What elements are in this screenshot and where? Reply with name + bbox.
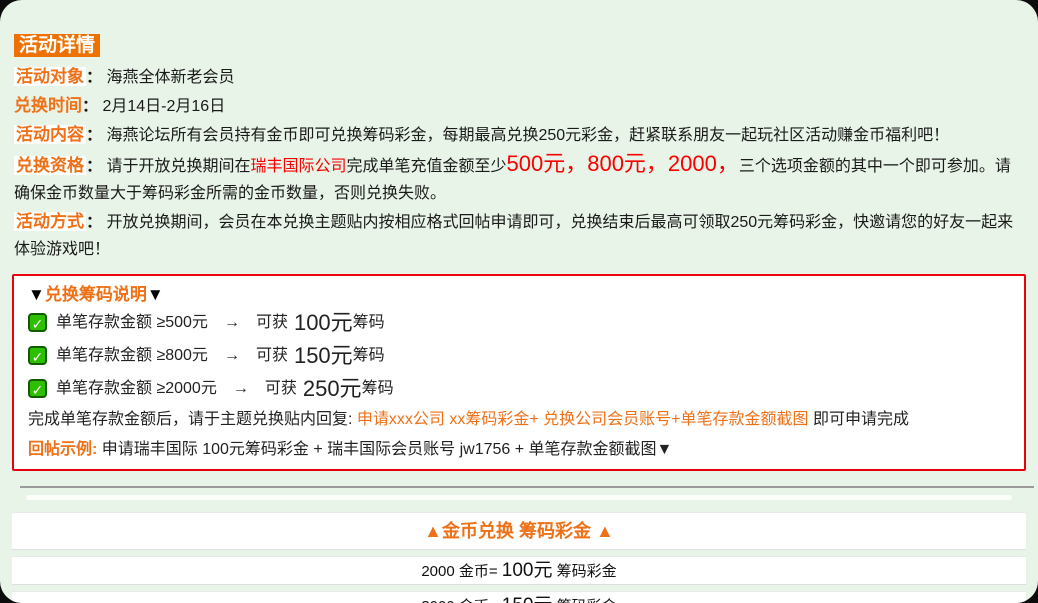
info-line-qualification: 兑换资格： 请于开放兑换期间在瑞丰国际公司完成单笔充值金额至少500元，800元… [14,150,1024,207]
rule-unit: 筹码 [353,308,385,338]
row-coins: 2000 金币= [421,563,501,580]
colon: ： [86,127,102,144]
check-icon: ✓ [28,313,47,332]
check-icon: ✓ [28,379,47,398]
row-unit: 筹码彩金 [553,563,617,580]
rule-condition: 单笔存款金额 ≥500元 [56,308,208,338]
reply-post: 即可申请完成 [809,411,909,428]
exchange-box-title: ▼兑换筹码说明▼ [28,284,1010,306]
colon: ： [86,69,102,86]
reply-format: 申请xxx公司 xx筹码彩金+ 兑换公司会员账号+单笔存款金额截图 [357,411,809,428]
colon: ： [82,98,98,115]
rule-gain: 可获 [256,341,288,371]
arrow-right-icon: → [233,374,249,404]
rule-row-800: ✓ 单笔存款金额 ≥800元 → 可获 150元 筹码 [28,339,1010,372]
gold-exchange-table: ▲金币兑换 筹码彩金 ▲ 2000 金币= 100元 筹码彩金 3000 金币=… [12,512,1026,603]
reply-instruction-line: 完成单笔存款金额后，请于主题兑换贴内回复: 申请xxx公司 xx筹码彩金+ 兑换… [28,407,1010,433]
rule-gain: 可获 [256,308,288,338]
row-coins: 3000 金币= [421,598,501,603]
info-line-time: 兑换时间： 2月14日-2月16日 [14,92,1024,120]
table-row: 2000 金币= 100元 筹码彩金 [12,556,1026,585]
activity-post-page: 活动详情 活动对象： 海燕全体新老会员 兑换时间： 2月14日-2月16日 活动… [0,0,1038,603]
rule-amount: 250元 [303,374,362,404]
rule-condition: 单笔存款金额 ≥800元 [56,341,208,371]
horizontal-divider [20,486,1034,488]
info-line-content: 活动内容： 海燕论坛所有会员持有金币即可兑换筹码彩金，每期最高兑换250元彩金，… [14,121,1024,149]
arrow-right-icon: → [224,308,240,338]
method-value: 开放兑换期间，会员在本兑换主题贴内按相应格式回帖申请即可，兑换结束后最高可领取2… [14,214,1013,258]
row-unit: 筹码彩金 [553,598,617,603]
triangle-down-icon: ▼ [28,285,45,304]
rule-condition: 单笔存款金额 ≥2000元 [56,374,217,404]
gold-table-header: ▲金币兑换 筹码彩金 ▲ [12,512,1026,550]
page-title: 活动详情 [14,34,100,57]
method-label: 活动方式 [14,212,86,231]
row-amount: 100元 [502,560,553,581]
colon: ： [86,214,102,231]
colon: ： [86,158,102,175]
reply-pre: 完成单笔存款金额后，请于主题兑换贴内回复: [28,411,357,428]
qualification-seg2: 完成单笔充值金额至少 [347,158,507,175]
time-value: 2月14日-2月16日 [102,98,225,115]
rule-unit: 筹码 [362,374,394,404]
deposit-amounts: 500元，800元，2000， [507,151,739,176]
qualification-seg1: 请于开放兑换期间在 [106,158,250,175]
qualification-label: 兑换资格 [14,156,86,175]
object-value: 海燕全体新老会员 [106,69,234,86]
table-row: 3000 金币= 150元 筹码彩金 [12,591,1026,603]
exchange-rules-box: ▼兑换筹码说明▼ ✓ 单笔存款金额 ≥500元 → 可获 100元 筹码 ✓ 单… [12,274,1026,471]
example-label: 回帖示例: [28,441,97,458]
time-label: 兑换时间 [14,96,82,115]
rule-gain: 可获 [265,374,297,404]
example-text: 申请瑞丰国际 100元筹码彩金 + 瑞丰国际会员账号 jw1756 + 单笔存款… [97,441,672,458]
rule-amount: 100元 [294,308,353,338]
rule-row-2000: ✓ 单笔存款金额 ≥2000元 → 可获 250元 筹码 [28,372,1010,405]
triangle-down-icon: ▼ [147,285,164,304]
post-content: 活动详情 活动对象： 海燕全体新老会员 兑换时间： 2月14日-2月16日 活动… [0,0,1038,263]
rule-unit: 筹码 [353,341,385,371]
decorative-white-band [26,495,1012,500]
arrow-right-icon: → [224,341,240,371]
rule-row-500: ✓ 单笔存款金额 ≥500元 → 可获 100元 筹码 [28,306,1010,339]
content-value: 海燕论坛所有会员持有金币即可兑换筹码彩金，每期最高兑换250元彩金，赶紧联系朋友… [106,127,949,144]
exchange-box-title-text: 兑换筹码说明 [45,285,147,304]
row-amount: 150元 [502,595,553,603]
info-line-method: 活动方式： 开放兑换期间，会员在本兑换主题贴内按相应格式回帖申请即可，兑换结束后… [14,208,1024,263]
rule-amount: 150元 [294,341,353,371]
reply-example-line: 回帖示例: 申请瑞丰国际 100元筹码彩金 + 瑞丰国际会员账号 jw1756 … [28,436,1010,463]
info-line-object: 活动对象： 海燕全体新老会员 [14,63,1024,91]
content-label: 活动内容 [14,125,86,144]
check-icon: ✓ [28,346,47,365]
object-label: 活动对象 [14,67,86,86]
company-name: 瑞丰国际公司 [250,158,346,175]
